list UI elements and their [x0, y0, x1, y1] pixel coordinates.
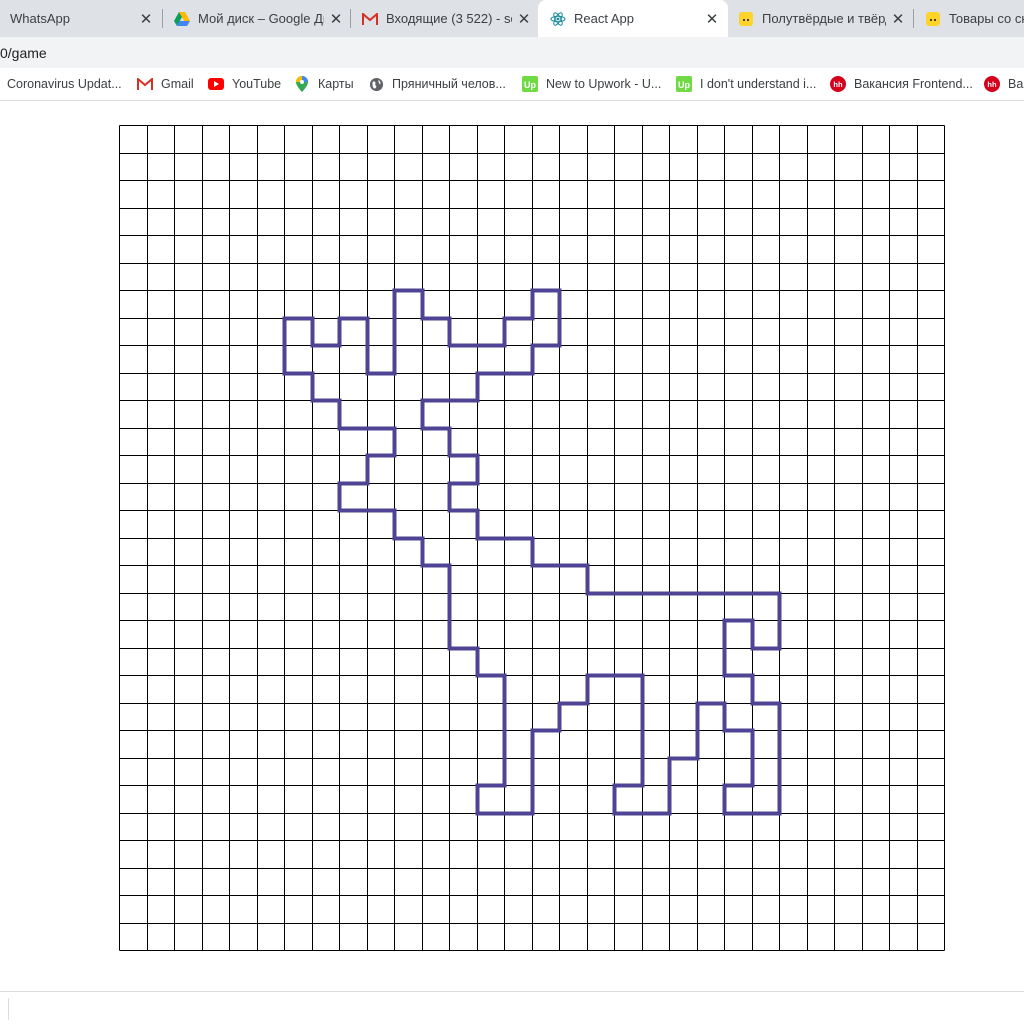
- tab-gmail[interactable]: Входящие (3 522) - sokolova ✕: [352, 0, 538, 37]
- tab-title: Полутвёрдые и твёрдые: [762, 11, 886, 26]
- bookmark-label: Coronavirus Updat...: [7, 77, 122, 91]
- bookmark-label: I don't understand i...: [700, 77, 817, 91]
- game-board-grid[interactable]: [119, 125, 945, 951]
- bookmark-hh-vacancy[interactable]: hh Вакансия Frontend...: [830, 68, 972, 100]
- bookmark-label: New to Upwork - U...: [546, 77, 662, 91]
- bookmark-label: YouTube: [232, 77, 282, 91]
- tab-title: Товары со скидкой: [949, 11, 1024, 26]
- bookmark-label: Вак: [1008, 77, 1024, 91]
- browser-toolbar: 0/game: [0, 37, 1024, 68]
- bookmark-upwork-new[interactable]: Up New to Upwork - U...: [522, 68, 664, 100]
- close-icon[interactable]: ✕: [516, 10, 532, 28]
- downloads-bar: [0, 991, 1024, 1024]
- globe-icon: [368, 76, 384, 92]
- bookmark-youtube[interactable]: YouTube: [208, 68, 286, 100]
- address-bar-url: 0/game: [0, 44, 47, 61]
- close-icon[interactable]: ✕: [138, 10, 154, 28]
- bookmark-label: Карты: [318, 77, 354, 91]
- tab-strip: WhatsApp ✕ Мой диск – Google Диск ✕ Вход…: [0, 0, 1024, 37]
- bookmark-label: Вакансия Frontend...: [854, 77, 972, 91]
- react-icon: [550, 11, 566, 27]
- yandex-market-icon: [738, 11, 754, 27]
- bookmarks-bar: Coronavirus Updat... Gmail YouTube Карты…: [0, 68, 1024, 101]
- bottom-divider: [8, 998, 9, 1020]
- tab-title: Мой диск – Google Диск: [198, 11, 324, 26]
- headhunter-icon: hh: [984, 76, 1000, 92]
- svg-text:Up: Up: [524, 80, 536, 90]
- bookmark-gmail[interactable]: Gmail: [137, 68, 197, 100]
- tab-react-app[interactable]: React App ✕: [538, 0, 728, 37]
- close-icon[interactable]: ✕: [704, 10, 720, 28]
- bookmark-upwork-question[interactable]: Up I don't understand i...: [676, 68, 818, 100]
- bookmark-label: Gmail: [161, 77, 194, 91]
- tab-whatsapp[interactable]: WhatsApp ✕: [0, 0, 160, 37]
- bookmark-hh-vacancy-2[interactable]: hh Вак: [984, 68, 1024, 100]
- tab-yandex-market-cheese[interactable]: Полутвёрдые и твёрдые ✕: [730, 0, 912, 37]
- tab-google-drive[interactable]: Мой диск – Google Диск ✕: [164, 0, 350, 37]
- svg-text:hh: hh: [987, 80, 997, 89]
- upwork-icon: Up: [676, 76, 692, 92]
- gmail-icon: [137, 76, 153, 92]
- deer-figure-outline: [282, 288, 782, 816]
- bookmark-label: Пряничный челов...: [392, 77, 506, 91]
- page-content: [0, 101, 1024, 991]
- svg-text:hh: hh: [833, 80, 843, 89]
- svg-text:Up: Up: [678, 80, 690, 90]
- yandex-market-icon: [925, 11, 941, 27]
- close-icon[interactable]: ✕: [328, 10, 344, 28]
- tab-yandex-market-sale[interactable]: Товары со скидкой: [915, 0, 1024, 37]
- tab-separator: [350, 9, 351, 28]
- maps-pin-icon: [294, 76, 310, 92]
- tab-title: React App: [574, 11, 634, 26]
- tab-title: Входящие (3 522) - sokolova: [386, 11, 512, 26]
- upwork-icon: Up: [522, 76, 538, 92]
- tab-separator: [913, 9, 914, 28]
- bookmark-coronavirus[interactable]: Coronavirus Updat...: [7, 68, 131, 100]
- tab-title: WhatsApp: [10, 11, 70, 26]
- tab-separator: [162, 9, 163, 28]
- address-bar[interactable]: 0/game: [0, 37, 1024, 68]
- close-icon[interactable]: ✕: [890, 10, 906, 28]
- gmail-icon: [362, 11, 378, 27]
- bookmark-gingerbread[interactable]: Пряничный челов...: [368, 68, 510, 100]
- google-drive-icon: [174, 11, 190, 27]
- headhunter-icon: hh: [830, 76, 846, 92]
- bookmark-maps[interactable]: Карты: [294, 68, 358, 100]
- youtube-icon: [208, 76, 224, 92]
